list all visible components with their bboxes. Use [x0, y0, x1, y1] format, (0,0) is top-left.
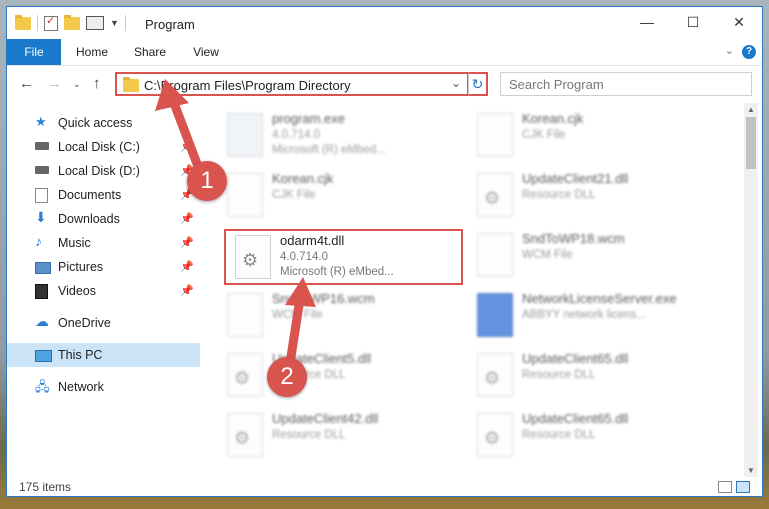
arrow-2-shaft [285, 294, 305, 368]
annotation-arrows [155, 79, 316, 368]
explorer-window: ▼ Program — ☐ ✕ File Home Share View ⌄ ?… [6, 6, 763, 497]
arrow-1-head [155, 79, 189, 111]
step-1-badge: 1 [187, 161, 227, 201]
step-2-badge: 2 [267, 357, 307, 397]
arrow-2-head [285, 277, 316, 307]
